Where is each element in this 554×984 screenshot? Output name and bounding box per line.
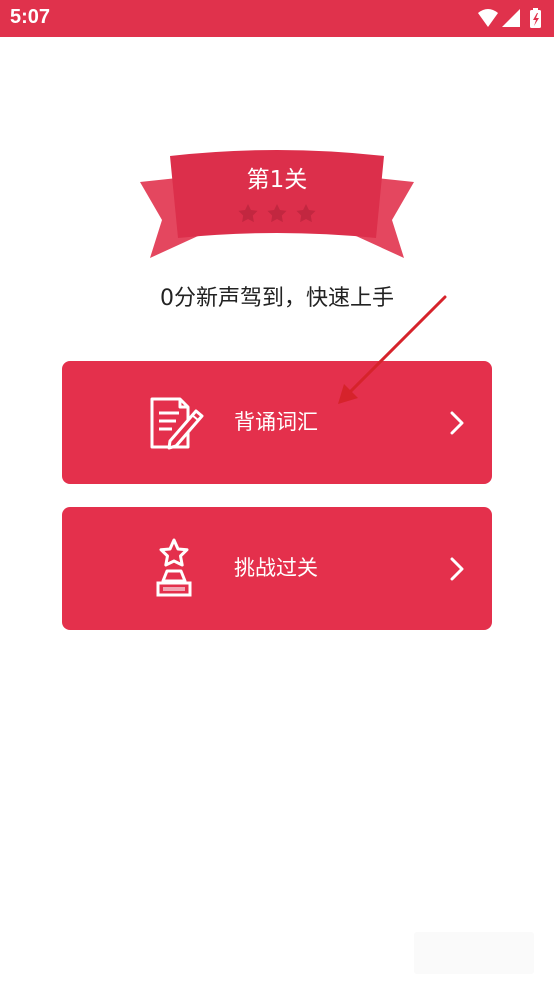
cellular-signal-icon	[502, 9, 520, 27]
recite-document-icon	[150, 397, 204, 450]
star-icon	[267, 204, 287, 223]
chevron-right-icon	[450, 411, 464, 435]
annotation-arrow-icon	[338, 295, 447, 404]
level-title: 第1关	[246, 167, 308, 193]
challenge-level-button[interactable]: 挑战过关	[62, 507, 492, 630]
battery-charging-icon	[530, 8, 541, 28]
trophy-star-icon	[156, 538, 192, 597]
level-subtitle: 0分新声驾到，快速上手	[160, 286, 394, 311]
watermark	[414, 932, 534, 974]
status-bar: 5:07	[0, 0, 554, 37]
level-stars	[238, 204, 316, 223]
status-time: 5:07	[10, 6, 51, 28]
recite-vocabulary-label: 背诵词汇	[234, 410, 318, 434]
status-icons	[478, 8, 541, 28]
star-icon	[238, 204, 258, 223]
star-icon	[296, 204, 316, 223]
chevron-right-icon	[450, 557, 464, 581]
challenge-level-label: 挑战过关	[234, 556, 318, 580]
wifi-icon	[478, 9, 498, 27]
